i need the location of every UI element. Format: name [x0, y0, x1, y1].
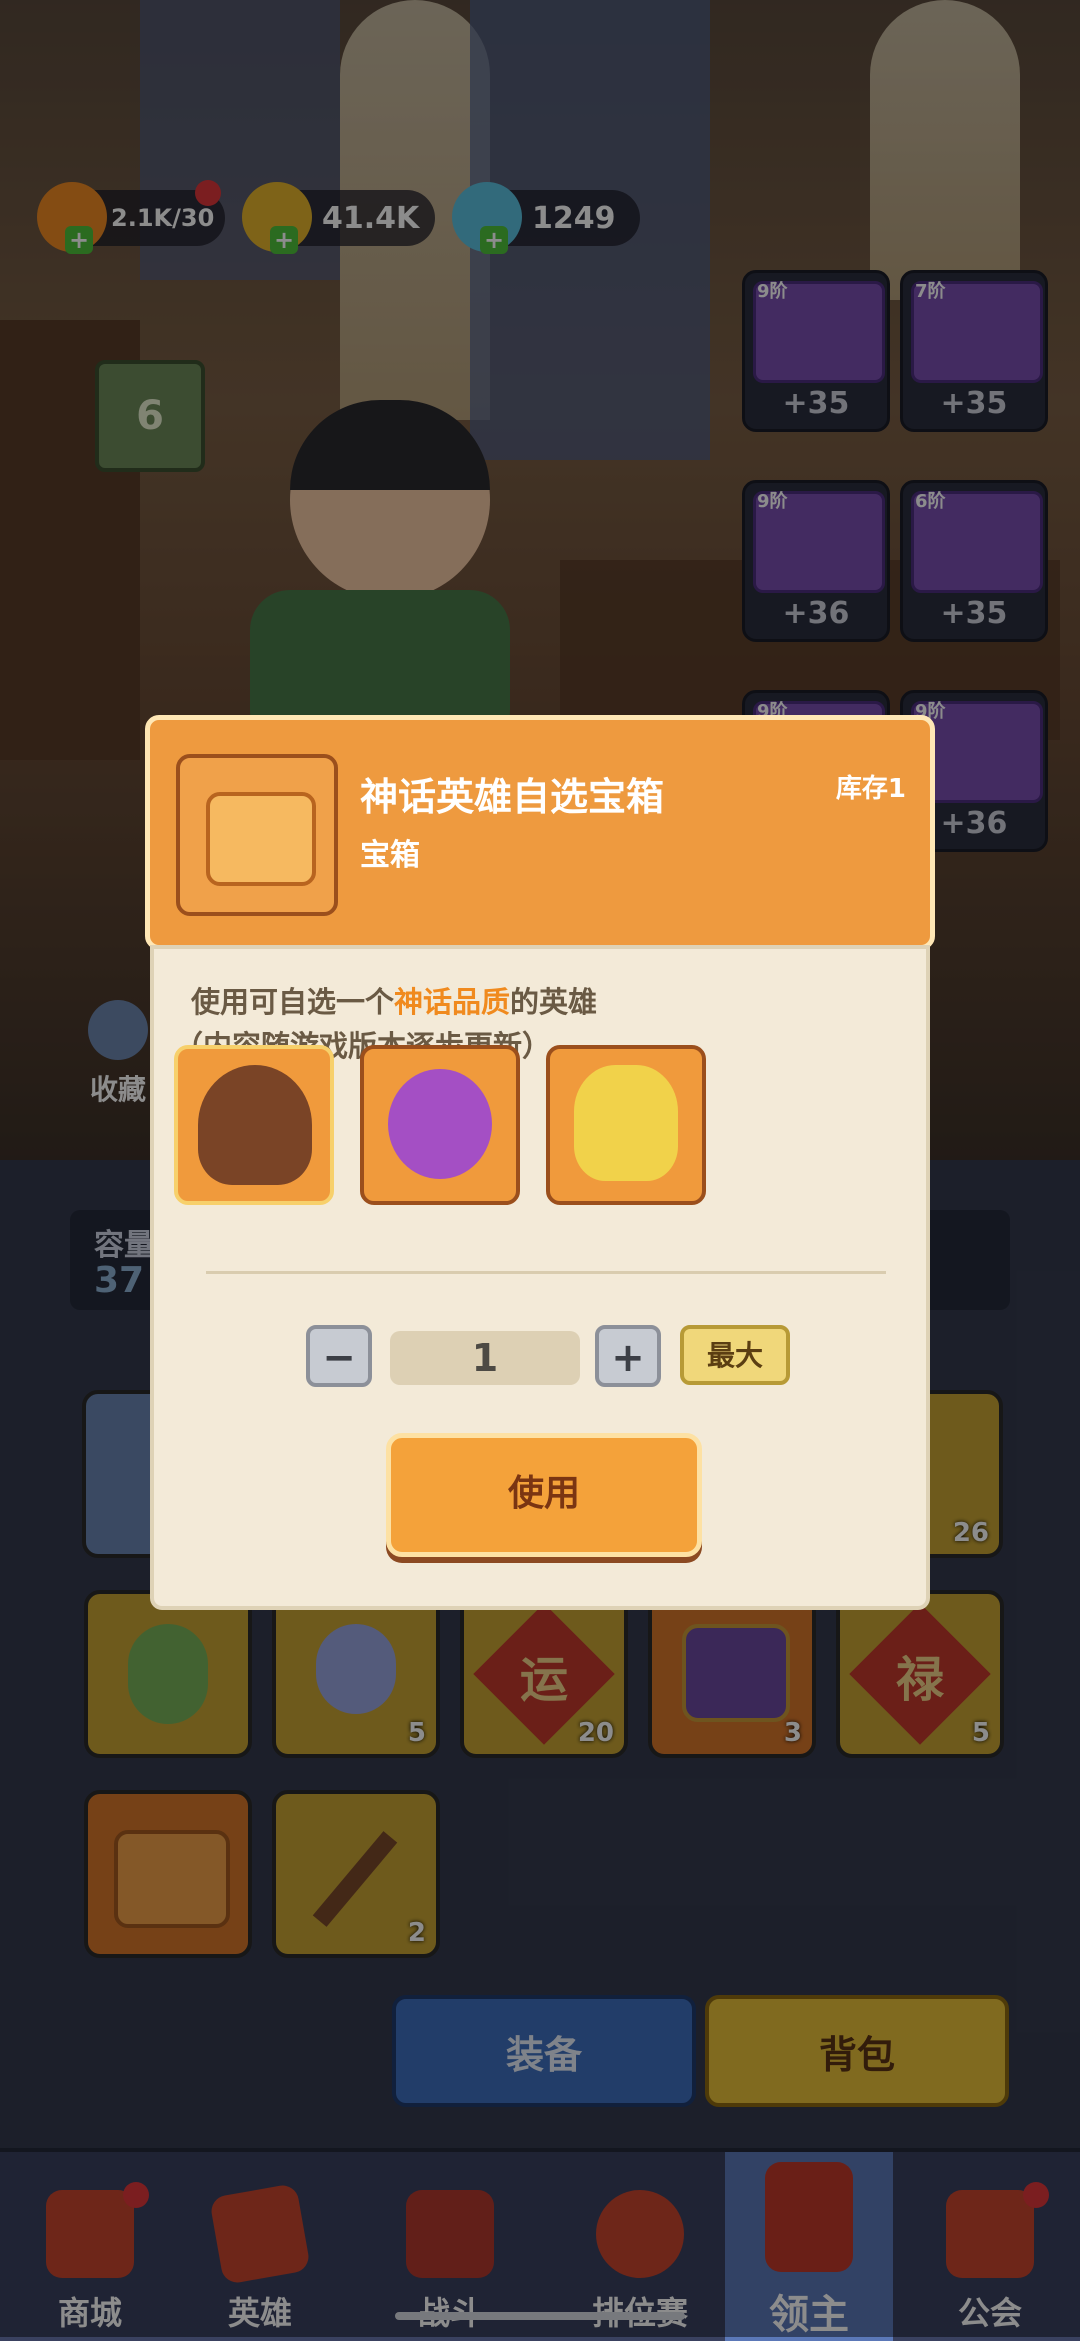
chest-item-frame	[176, 754, 338, 916]
hero-option[interactable]	[546, 1045, 706, 1205]
modal-header: 神话英雄自选宝箱 宝箱 库存1	[145, 715, 935, 950]
chest-modal: 神话英雄自选宝箱 宝箱 库存1 使用可自选一个神话品质的英雄 （内容随游戏版本逐…	[145, 715, 935, 1615]
description-line: 使用可自选一个神话品质的英雄	[191, 979, 597, 1021]
brown-hair-girl-hero	[198, 1065, 312, 1185]
increase-quantity-button[interactable]: +	[595, 1325, 661, 1387]
use-button[interactable]: 使用	[386, 1433, 702, 1557]
divider	[206, 1271, 886, 1274]
chest-subtitle: 宝箱	[360, 838, 420, 873]
hero-option[interactable]	[360, 1045, 520, 1205]
stock-count: 库存1	[835, 774, 906, 804]
chest-title: 神话英雄自选宝箱	[360, 775, 665, 819]
golden-lion-hero	[574, 1065, 678, 1181]
gold-chest-icon	[206, 792, 316, 886]
max-quantity-button[interactable]: 最大	[680, 1325, 790, 1385]
quantity-field[interactable]: 1	[390, 1331, 580, 1385]
purple-flame-hero	[388, 1069, 492, 1179]
description-prefix: 使用可自选一个	[191, 985, 395, 1019]
hero-option-selected[interactable]	[174, 1045, 334, 1205]
modal-body: 使用可自选一个神话品质的英雄 （内容随游戏版本逐步更新） − 1 + 最大 使用	[150, 945, 930, 1610]
description-suffix: 的英雄	[510, 985, 598, 1019]
description-highlight: 神话品质	[394, 985, 511, 1019]
decrease-quantity-button[interactable]: −	[306, 1325, 372, 1387]
